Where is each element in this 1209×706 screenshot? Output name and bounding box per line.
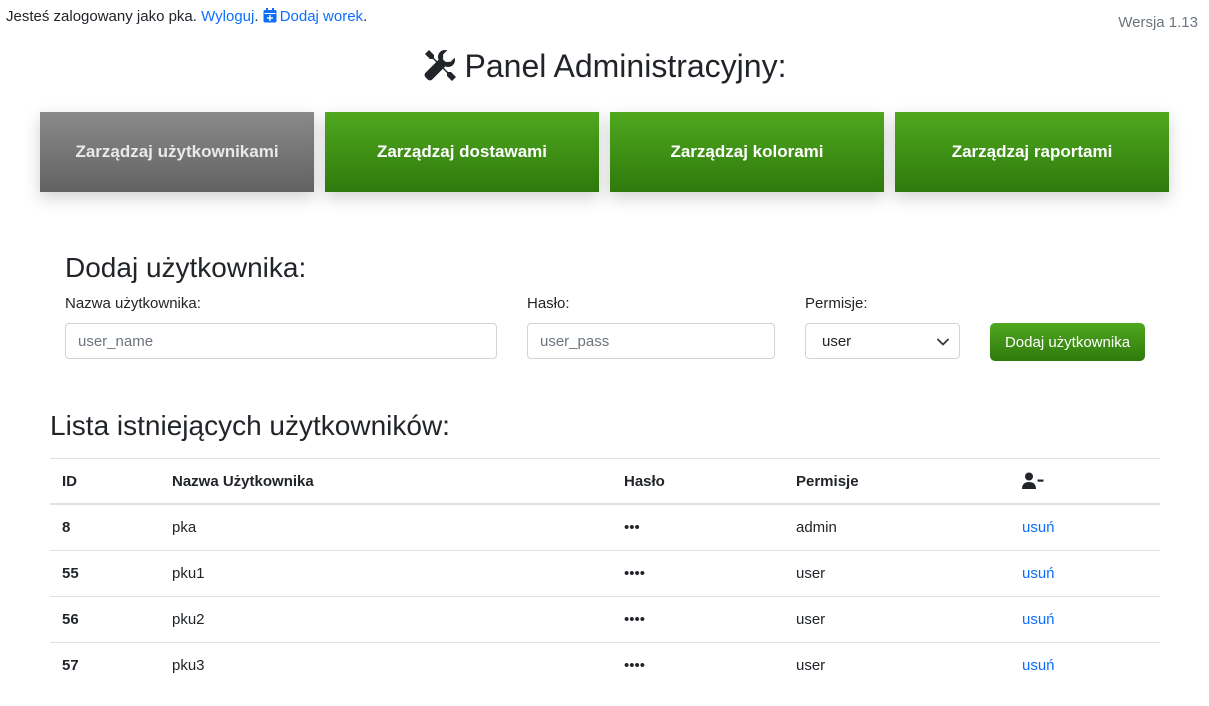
trailing-text: .: [363, 8, 368, 25]
user-password: ••••: [612, 642, 784, 688]
password-input[interactable]: user_pass: [527, 323, 775, 359]
users-list-heading: Lista istniejących użytkowników:: [50, 410, 450, 441]
add-bag-label[interactable]: Dodaj worek: [280, 8, 363, 25]
user-name: pka: [160, 503, 612, 551]
user-minus-icon: [1022, 472, 1044, 491]
delete-user-link[interactable]: usuń: [1022, 519, 1055, 536]
version-label: Wersja 1.13: [1118, 14, 1198, 31]
column-header-name: Nazwa Użytkownika: [160, 458, 612, 505]
manage-reports-button[interactable]: Zarządzaj raportami: [895, 112, 1169, 192]
delete-user-link[interactable]: usuń: [1022, 565, 1055, 582]
login-status-bar: Jesteś zalogowany jako pka. Wyloguj. Dod…: [6, 8, 367, 27]
column-header-password: Hasło: [612, 458, 784, 505]
username-input[interactable]: user_name: [65, 323, 497, 359]
user-permission: user: [784, 550, 1010, 597]
user-permission: admin: [784, 503, 1010, 551]
add-bag-link[interactable]: Dodaj worek: [263, 8, 363, 25]
table-row: 57 pku3 •••• user usuń: [50, 642, 1160, 688]
user-permission: user: [784, 596, 1010, 643]
delete-user-link[interactable]: usuń: [1022, 657, 1055, 674]
add-user-button[interactable]: Dodaj użytkownika: [990, 323, 1145, 361]
logged-in-text: Jesteś zalogowany jako pka.: [6, 8, 197, 25]
table-header-row: ID Nazwa Użytkownika Hasło Permisje: [50, 458, 1160, 505]
admin-nav: Zarządzaj użytkownikami Zarządzaj dostaw…: [40, 112, 1169, 192]
calendar-plus-icon: [263, 8, 277, 27]
user-id: 55: [50, 550, 160, 597]
user-id: 56: [50, 596, 160, 643]
user-name: pku3: [160, 642, 612, 688]
username-placeholder: user_name: [78, 332, 154, 350]
user-password: ••••: [612, 596, 784, 643]
separator-text: .: [254, 8, 259, 25]
user-name: pku2: [160, 596, 612, 643]
chevron-down-icon: [937, 333, 949, 350]
user-id: 57: [50, 642, 160, 688]
tools-icon: [423, 48, 465, 84]
user-password: ••••: [612, 550, 784, 597]
permissions-select[interactable]: user: [805, 323, 960, 359]
delete-user-link[interactable]: usuń: [1022, 611, 1055, 628]
manage-colors-button[interactable]: Zarządzaj kolorami: [610, 112, 884, 192]
permissions-label: Permisje:: [805, 295, 868, 312]
user-password: •••: [612, 503, 784, 551]
column-header-permissions: Permisje: [784, 458, 1010, 505]
username-label: Nazwa użytkownika:: [65, 295, 201, 312]
permissions-selected-value: user: [822, 332, 852, 350]
column-header-delete: [1010, 458, 1160, 505]
table-row: 56 pku2 •••• user usuń: [50, 596, 1160, 643]
password-placeholder: user_pass: [540, 332, 610, 350]
manage-deliveries-button[interactable]: Zarządzaj dostawami: [325, 112, 599, 192]
page-title: Panel Administracyjny:: [0, 48, 1209, 85]
password-label: Hasło:: [527, 295, 570, 312]
add-user-heading: Dodaj użytkownika:: [65, 252, 307, 283]
user-name: pku1: [160, 550, 612, 597]
manage-users-button[interactable]: Zarządzaj użytkownikami: [40, 112, 314, 192]
user-id: 8: [50, 503, 160, 551]
column-header-id: ID: [50, 458, 160, 505]
user-permission: user: [784, 642, 1010, 688]
users-table: ID Nazwa Użytkownika Hasło Permisje 8 pk…: [50, 458, 1160, 688]
page-title-text: Panel Administracyjny:: [464, 48, 787, 84]
table-row: 8 pka ••• admin usuń: [50, 503, 1160, 551]
logout-link[interactable]: Wyloguj: [201, 8, 254, 25]
table-row: 55 pku1 •••• user usuń: [50, 550, 1160, 597]
